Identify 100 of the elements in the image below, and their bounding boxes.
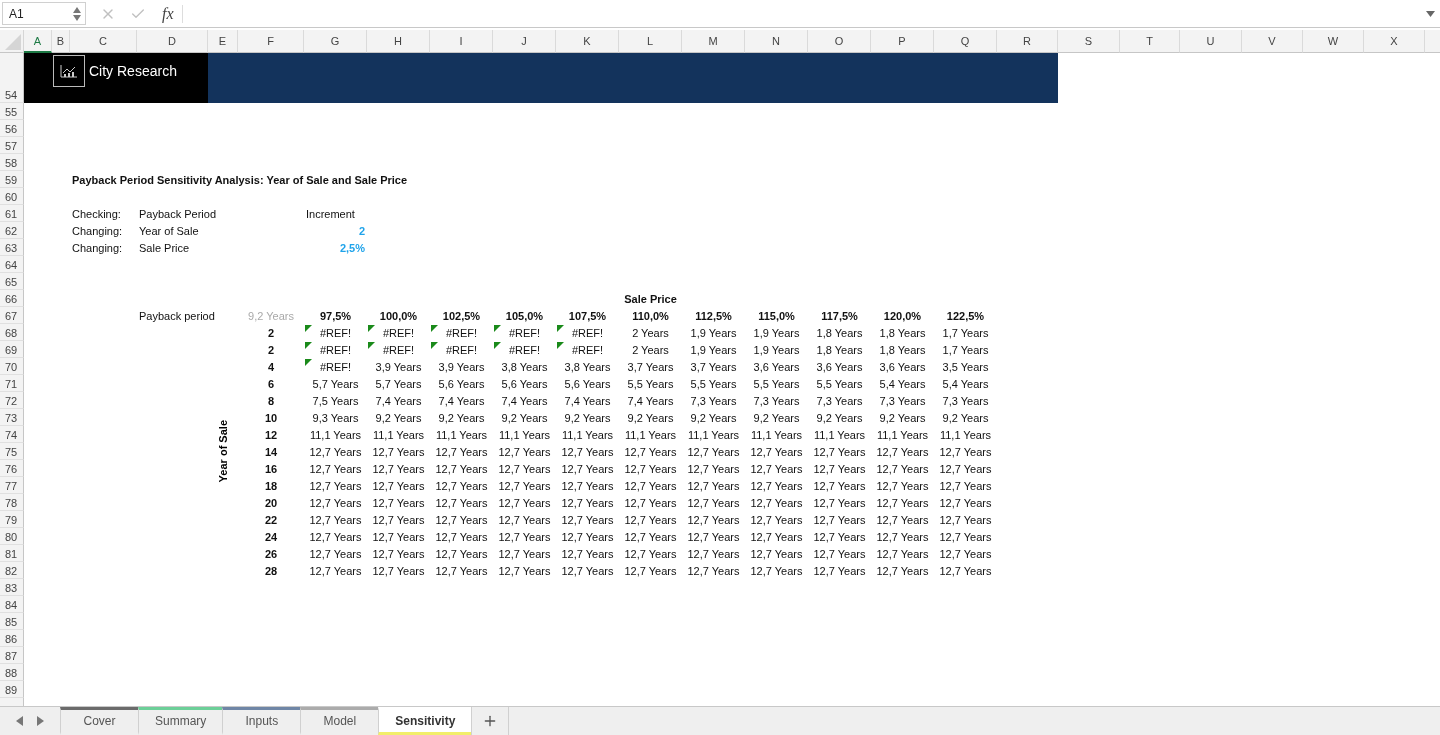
row-header[interactable]: 85: [0, 613, 24, 630]
table-cell-text: 12,7 Years: [560, 512, 615, 528]
expand-caret-icon[interactable]: [1426, 10, 1435, 17]
row-header[interactable]: 69: [0, 341, 24, 358]
setting-value: Year of Sale: [138, 223, 200, 239]
column-header[interactable]: F: [238, 30, 304, 53]
row-header[interactable]: 79: [0, 511, 24, 528]
table-cell-text: 11,1 Years: [434, 427, 489, 443]
column-header[interactable]: H: [367, 30, 430, 53]
previous-sheet-icon[interactable]: [16, 716, 23, 726]
table-cell-text: 12,7 Years: [749, 444, 804, 460]
row-header[interactable]: 70: [0, 358, 24, 375]
column-header[interactable]: O: [808, 30, 871, 53]
row-header[interactable]: 88: [0, 664, 24, 681]
row-header[interactable]: 75: [0, 443, 24, 460]
table-cell-text: 3,8 Years: [500, 359, 549, 375]
row-header[interactable]: 64: [0, 256, 24, 273]
column-header[interactable]: K: [556, 30, 619, 53]
row-header[interactable]: 57: [0, 137, 24, 154]
column-header[interactable]: X: [1364, 30, 1425, 53]
row-header[interactable]: 67: [0, 307, 24, 324]
column-header[interactable]: P: [871, 30, 934, 53]
row-header[interactable]: 71: [0, 375, 24, 392]
row-header[interactable]: 68: [0, 324, 24, 341]
table-cell-text: 12,7 Years: [749, 563, 804, 579]
column-header[interactable]: Q: [934, 30, 997, 53]
table-cell-text: 12,7 Years: [938, 444, 993, 460]
row-header[interactable]: 60: [0, 188, 24, 205]
row-header[interactable]: 86: [0, 630, 24, 647]
sheet-tab[interactable]: Cover: [60, 707, 138, 735]
name-box[interactable]: A1: [2, 2, 86, 25]
table-cell-text: 12,7 Years: [308, 546, 363, 562]
row-header[interactable]: 78: [0, 494, 24, 511]
row-header[interactable]: 72: [0, 392, 24, 409]
sheet-tab[interactable]: Summary: [138, 707, 223, 735]
row-heading: 28: [263, 563, 279, 579]
table-cell-text: 12,7 Years: [812, 529, 867, 545]
add-sheet-button[interactable]: [471, 707, 510, 735]
sheet-tab[interactable]: Inputs: [222, 707, 301, 735]
row-header[interactable]: 62: [0, 222, 24, 239]
row-header[interactable]: 56: [0, 120, 24, 137]
table-cell-text: 11,1 Years: [749, 427, 804, 443]
row-header[interactable]: 73: [0, 409, 24, 426]
table-cell-text: 12,7 Years: [623, 495, 678, 511]
axis-label: Year of Sale: [217, 420, 229, 483]
row-header[interactable]: 76: [0, 460, 24, 477]
table-cell-text: 12,7 Years: [560, 546, 615, 562]
row-header[interactable]: 66: [0, 290, 24, 307]
column-header[interactable]: V: [1242, 30, 1303, 53]
row-header[interactable]: 81: [0, 545, 24, 562]
row-header[interactable]: 84: [0, 596, 24, 613]
column-header[interactable]: A: [24, 30, 52, 53]
row-header[interactable]: 58: [0, 154, 24, 171]
column-header[interactable]: E: [208, 30, 238, 53]
column-header[interactable]: G: [304, 30, 367, 53]
setting-value: Sale Price: [138, 240, 191, 256]
down-arrow-icon[interactable]: [73, 14, 81, 21]
table-cell-text: 12,7 Years: [371, 529, 426, 545]
row-header[interactable]: 77: [0, 477, 24, 494]
sheet-tab[interactable]: Sensitivity: [378, 707, 472, 735]
row-heading: 26: [263, 546, 279, 562]
row-header[interactable]: 59: [0, 171, 24, 188]
column-header[interactable]: W: [1303, 30, 1364, 53]
row-header[interactable]: 74: [0, 426, 24, 443]
row-header[interactable]: 83: [0, 579, 24, 596]
column-header[interactable]: L: [619, 30, 682, 53]
up-arrow-icon[interactable]: [73, 6, 81, 13]
column-header[interactable]: J: [493, 30, 556, 53]
table-cell-text: 11,1 Years: [308, 427, 363, 443]
column-header[interactable]: B: [52, 30, 70, 53]
row-header[interactable]: 55: [0, 103, 24, 120]
sheet-tab[interactable]: Model: [300, 707, 379, 735]
table-cell-text: 9,2 Years: [752, 410, 801, 426]
table-cell-text: 5,5 Years: [815, 376, 864, 392]
row-header[interactable]: 80: [0, 528, 24, 545]
column-header[interactable]: I: [430, 30, 493, 53]
table-cell-text: 12,7 Years: [434, 563, 489, 579]
insert-function-button[interactable]: fx: [162, 4, 183, 23]
table-cell-text: 11,1 Years: [560, 427, 615, 443]
table-cell-text: 12,7 Years: [560, 495, 615, 511]
error-indicator-icon: [368, 325, 375, 332]
column-header[interactable]: T: [1120, 30, 1180, 53]
row-header[interactable]: 54: [0, 53, 24, 103]
table-cell-text: 2 Years: [631, 342, 670, 358]
column-header[interactable]: U: [1180, 30, 1242, 53]
column-header[interactable]: D: [137, 30, 208, 53]
row-header[interactable]: 61: [0, 205, 24, 222]
row-header[interactable]: 65: [0, 273, 24, 290]
row-header[interactable]: 87: [0, 647, 24, 664]
row-header[interactable]: 63: [0, 239, 24, 256]
column-header[interactable]: S: [1058, 30, 1120, 53]
column-header[interactable]: M: [682, 30, 745, 53]
column-header[interactable]: R: [997, 30, 1058, 53]
row-header[interactable]: 82: [0, 562, 24, 579]
column-header[interactable]: N: [745, 30, 808, 53]
next-sheet-icon[interactable]: [37, 716, 44, 726]
table-cell-text: 12,7 Years: [749, 495, 804, 511]
table-cell-text: 1,9 Years: [752, 342, 801, 358]
column-header[interactable]: C: [70, 30, 137, 53]
row-header[interactable]: 89: [0, 681, 24, 698]
